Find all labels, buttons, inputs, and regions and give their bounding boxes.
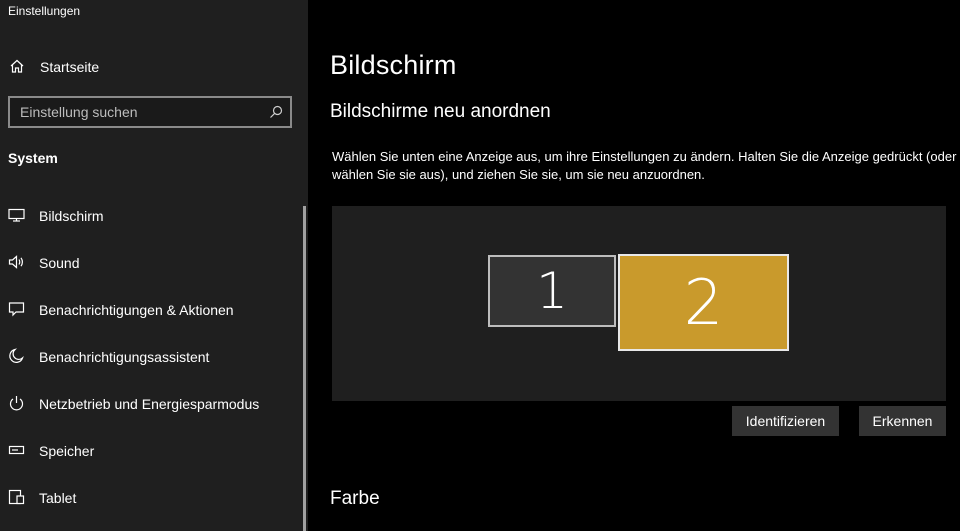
sidebar-item-netzbetrieb[interactable]: Netzbetrieb und Energiesparmodus [0, 383, 300, 423]
tablet-icon [8, 489, 25, 505]
section-label-system: System [8, 150, 58, 166]
sidebar-item-label: Benachrichtigungen & Aktionen [39, 302, 234, 318]
page-title: Bildschirm [330, 50, 457, 80]
main-content: Bildschirm Bildschirme neu anordnen Wähl… [308, 0, 960, 531]
sidebar-item-benachrichtigungen[interactable]: Benachrichtigungen & Aktionen [0, 289, 300, 329]
sidebar-item-label: Tablet [39, 490, 77, 506]
section-title-color: Farbe [330, 488, 380, 509]
power-icon [8, 395, 25, 411]
sidebar-item-bildschirm[interactable]: Bildschirm [0, 195, 300, 235]
sidebar-scrollbar[interactable] [303, 206, 306, 531]
sidebar-item-benachrichtigungsassistent[interactable]: Benachrichtigungsassistent [0, 336, 300, 376]
speaker-icon [8, 254, 25, 270]
sidebar: Einstellungen Startseite System Bildschi… [0, 0, 308, 531]
sidebar-item-label: Benachrichtigungsassistent [39, 349, 210, 365]
app-title: Einstellungen [8, 4, 81, 18]
sidebar-item-speicher[interactable]: Speicher [0, 430, 300, 470]
sidebar-item-label: Startseite [40, 59, 100, 75]
sidebar-item-label: Speicher [39, 443, 95, 459]
sidebar-item-label: Bildschirm [39, 208, 104, 224]
monitor-icon [8, 207, 25, 223]
search-box[interactable] [8, 96, 292, 128]
sidebar-item-label: Sound [39, 255, 80, 271]
search-input[interactable] [10, 98, 260, 126]
display-1[interactable]: 1 [488, 255, 616, 327]
sidebar-item-label: Netzbetrieb und Energiesparmodus [39, 396, 260, 412]
search-icon[interactable] [268, 104, 284, 120]
display-arrangement-area: 1 2 [332, 206, 946, 401]
home-icon [9, 58, 25, 74]
sidebar-item-home[interactable]: Startseite [0, 52, 300, 80]
detect-button[interactable]: Erkennen [859, 406, 946, 436]
sidebar-item-sound[interactable]: Sound [0, 242, 300, 282]
sidebar-item-tablet[interactable]: Tablet [0, 477, 300, 517]
display-2[interactable]: 2 [618, 254, 789, 351]
rearrange-description: Wählen Sie unten eine Anzeige aus, um ih… [332, 149, 957, 182]
identify-button[interactable]: Identifizieren [732, 406, 839, 436]
storage-icon [8, 442, 25, 458]
section-title-rearrange: Bildschirme neu anordnen [330, 101, 551, 122]
message-icon [8, 301, 25, 317]
moon-icon [8, 348, 25, 364]
